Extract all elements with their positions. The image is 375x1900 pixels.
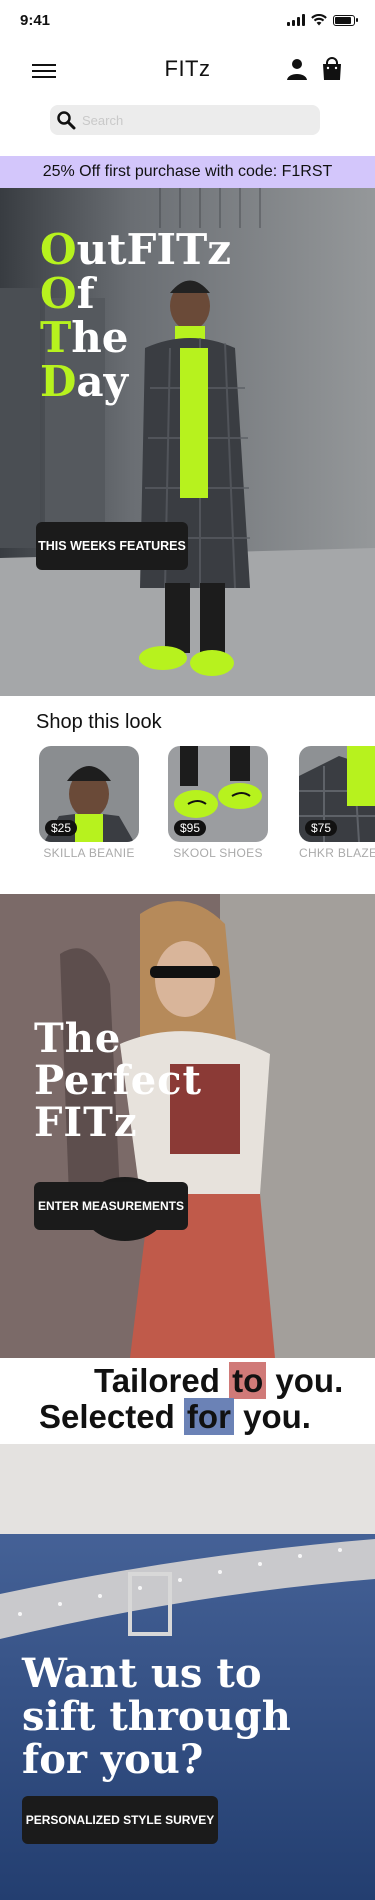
account-icon[interactable] xyxy=(285,57,309,81)
ootd-heading: OutFITz Of The Day xyxy=(40,228,231,404)
hero-style-survey: Want us to sift through for you? PERSONA… xyxy=(0,1444,375,1900)
hero-outfit-of-the-day: OutFITz Of The Day THIS WEEKS FEATURES xyxy=(0,188,375,696)
sift-line-1: Want us to xyxy=(22,1650,262,1697)
ootd-line-3: The xyxy=(40,313,129,362)
product-photo-blazer[interactable]: $75 xyxy=(299,746,375,842)
battery-icon xyxy=(333,14,358,26)
enter-measurements-button[interactable]: ENTER MEASUREMENTS xyxy=(34,1182,188,1230)
product-card[interactable]: $95 SKOOL SHOES xyxy=(168,746,268,860)
sift-heading: Want us to sift through for you? xyxy=(22,1652,291,1781)
weekly-features-button[interactable]: THIS WEEKS FEATURES xyxy=(36,522,188,570)
ootd-line-2: Of xyxy=(40,269,95,318)
tagline-highlight-blue: for xyxy=(183,1398,234,1435)
product-photo-shoes[interactable]: $95 xyxy=(168,746,268,842)
product-price: $25 xyxy=(45,820,78,836)
status-icons xyxy=(287,14,358,26)
tagline-line-1: Tailored to you. xyxy=(94,1362,344,1399)
search-bar[interactable] xyxy=(50,105,320,135)
product-price: $95 xyxy=(174,820,207,836)
perfect-line-2: Perfect xyxy=(34,1057,203,1104)
product-card[interactable]: $25 SKILLA BEANIE xyxy=(39,746,139,860)
brand-logo[interactable]: FITz xyxy=(0,56,375,82)
product-name[interactable]: SKILLA BEANIE xyxy=(39,846,139,860)
wifi-icon xyxy=(311,14,327,26)
search-input[interactable] xyxy=(80,111,304,129)
product-card[interactable]: $75 CHKR BLAZER xyxy=(299,746,375,860)
sift-line-3: for you? xyxy=(22,1736,204,1783)
search-icon xyxy=(57,111,76,130)
promo-banner[interactable]: 25% Off first purchase with code: F1RST xyxy=(0,156,375,188)
shop-look-title: Shop this look xyxy=(36,711,162,733)
product-name[interactable]: CHKR BLAZER xyxy=(299,846,375,860)
tagline-line-2: Selected for you. xyxy=(39,1398,311,1435)
product-price: $75 xyxy=(305,820,338,836)
ootd-line-4: Day xyxy=(40,357,129,406)
tagline-highlight-red: to xyxy=(229,1362,267,1399)
perfect-line-3: FITz xyxy=(34,1099,138,1146)
perfect-fit-heading: The Perfect FITz xyxy=(34,1018,202,1144)
perfect-line-1: The xyxy=(34,1015,122,1062)
hero-perfect-fit: The Perfect FITz ENTER MEASUREMENTS xyxy=(0,894,375,1358)
style-survey-button[interactable]: PERSONALIZED STYLE SURVEY xyxy=(22,1796,218,1844)
signal-icon xyxy=(287,14,305,26)
status-bar: 9:41 xyxy=(0,0,375,40)
ootd-line-1: OutFITz xyxy=(40,225,232,274)
product-name[interactable]: SKOOL SHOES xyxy=(168,846,268,860)
sift-line-2: sift through xyxy=(22,1693,291,1740)
shopping-bag-icon[interactable] xyxy=(321,57,343,81)
status-time: 9:41 xyxy=(20,12,51,29)
product-photo-beanie[interactable]: $25 xyxy=(39,746,139,842)
